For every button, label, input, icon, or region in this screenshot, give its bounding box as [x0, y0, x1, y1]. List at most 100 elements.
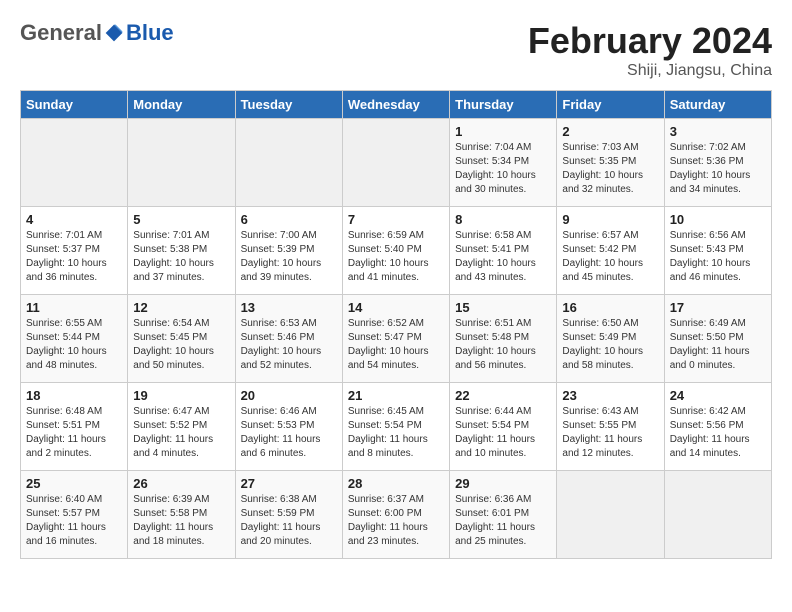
- calendar-cell: [21, 119, 128, 207]
- calendar-cell: 6 Sunrise: 7:00 AMSunset: 5:39 PMDaylight…: [235, 207, 342, 295]
- column-header-tuesday: Tuesday: [235, 91, 342, 119]
- page-subtitle: Shiji, Jiangsu, China: [528, 62, 772, 80]
- day-number: 23: [562, 388, 658, 403]
- day-info: Sunrise: 7:03 AMSunset: 5:35 PMDaylight:…: [562, 141, 658, 197]
- day-info: Sunrise: 6:43 AMSunset: 5:55 PMDaylight:…: [562, 405, 658, 461]
- calendar-cell: [128, 119, 235, 207]
- calendar-week-3: 11Sunrise: 6:55 AMSunset: 5:44 PMDayligh…: [21, 295, 772, 383]
- day-info: Sunrise: 6:51 AMSunset: 5:48 PMDaylight:…: [455, 317, 551, 373]
- day-number: 16: [562, 300, 658, 315]
- day-number: 2: [562, 124, 658, 139]
- calendar-cell: 12 Sunrise: 6:54 AMSunset: 5:45 PMDayligh…: [128, 295, 235, 383]
- calendar-cell: 9 Sunrise: 6:57 AMSunset: 5:42 PMDaylight…: [557, 207, 664, 295]
- day-number: 8: [455, 212, 551, 227]
- day-info: Sunrise: 6:52 AMSunset: 5:47 PMDaylight:…: [348, 317, 444, 373]
- logo-general-text: General: [20, 20, 102, 46]
- calendar-cell: 18 Sunrise: 6:48 AMSunset: 5:51 PMDayligh…: [21, 383, 128, 471]
- calendar-cell: 13 Sunrise: 6:53 AMSunset: 5:46 PMDayligh…: [235, 295, 342, 383]
- calendar-cell: 24Sunrise: 6:42 AMSunset: 5:56 PMDayligh…: [664, 383, 771, 471]
- calendar-cell: 29 Sunrise: 6:36 AMSunset: 6:01 PMDayligh…: [450, 471, 557, 559]
- day-info: Sunrise: 6:57 AMSunset: 5:42 PMDaylight:…: [562, 229, 658, 285]
- day-info: Sunrise: 7:01 AMSunset: 5:37 PMDaylight:…: [26, 229, 122, 285]
- calendar-cell: 21 Sunrise: 6:45 AMSunset: 5:54 PMDayligh…: [342, 383, 449, 471]
- calendar-week-1: 1Sunrise: 7:04 AMSunset: 5:34 PMDaylight…: [21, 119, 772, 207]
- day-info: Sunrise: 6:36 AMSunset: 6:01 PMDaylight:…: [455, 493, 551, 549]
- calendar-cell: [664, 471, 771, 559]
- calendar-week-2: 4 Sunrise: 7:01 AMSunset: 5:37 PMDaylight…: [21, 207, 772, 295]
- calendar-cell: 3Sunrise: 7:02 AMSunset: 5:36 PMDaylight…: [664, 119, 771, 207]
- day-info: Sunrise: 6:45 AMSunset: 5:54 PMDaylight:…: [348, 405, 444, 461]
- calendar-cell: 22 Sunrise: 6:44 AMSunset: 5:54 PMDayligh…: [450, 383, 557, 471]
- day-info: Sunrise: 6:42 AMSunset: 5:56 PMDaylight:…: [670, 405, 766, 461]
- calendar-cell: 15 Sunrise: 6:51 AMSunset: 5:48 PMDayligh…: [450, 295, 557, 383]
- calendar-cell: 2 Sunrise: 7:03 AMSunset: 5:35 PMDaylight…: [557, 119, 664, 207]
- day-number: 5: [133, 212, 229, 227]
- day-number: 11: [26, 300, 122, 315]
- calendar-body: 1Sunrise: 7:04 AMSunset: 5:34 PMDaylight…: [21, 119, 772, 559]
- calendar-cell: 27Sunrise: 6:38 AMSunset: 5:59 PMDayligh…: [235, 471, 342, 559]
- page-header: General Blue February 2024 Shiji, Jiangs…: [20, 20, 772, 80]
- day-number: 1: [455, 124, 551, 139]
- day-number: 15: [455, 300, 551, 315]
- day-number: 3: [670, 124, 766, 139]
- day-number: 21: [348, 388, 444, 403]
- day-info: Sunrise: 6:56 AMSunset: 5:43 PMDaylight:…: [670, 229, 766, 285]
- calendar-cell: [342, 119, 449, 207]
- day-number: 17: [670, 300, 766, 315]
- calendar-cell: 25Sunrise: 6:40 AMSunset: 5:57 PMDayligh…: [21, 471, 128, 559]
- calendar-cell: 4 Sunrise: 7:01 AMSunset: 5:37 PMDaylight…: [21, 207, 128, 295]
- day-number: 28: [348, 476, 444, 491]
- calendar-table: SundayMondayTuesdayWednesdayThursdayFrid…: [20, 90, 772, 559]
- day-number: 12: [133, 300, 229, 315]
- column-header-wednesday: Wednesday: [342, 91, 449, 119]
- calendar-cell: 23 Sunrise: 6:43 AMSunset: 5:55 PMDayligh…: [557, 383, 664, 471]
- calendar-cell: [235, 119, 342, 207]
- day-info: Sunrise: 7:00 AMSunset: 5:39 PMDaylight:…: [241, 229, 337, 285]
- day-number: 29: [455, 476, 551, 491]
- calendar-cell: 1Sunrise: 7:04 AMSunset: 5:34 PMDaylight…: [450, 119, 557, 207]
- column-header-friday: Friday: [557, 91, 664, 119]
- calendar-cell: 8 Sunrise: 6:58 AMSunset: 5:41 PMDaylight…: [450, 207, 557, 295]
- day-info: Sunrise: 6:47 AMSunset: 5:52 PMDaylight:…: [133, 405, 229, 461]
- calendar-week-4: 18 Sunrise: 6:48 AMSunset: 5:51 PMDayligh…: [21, 383, 772, 471]
- day-number: 13: [241, 300, 337, 315]
- calendar-cell: 10 Sunrise: 6:56 AMSunset: 5:43 PMDayligh…: [664, 207, 771, 295]
- day-info: Sunrise: 6:54 AMSunset: 5:45 PMDaylight:…: [133, 317, 229, 373]
- day-number: 7: [348, 212, 444, 227]
- calendar-cell: [557, 471, 664, 559]
- column-header-sunday: Sunday: [21, 91, 128, 119]
- day-info: Sunrise: 6:49 AMSunset: 5:50 PMDaylight:…: [670, 317, 766, 373]
- day-number: 10: [670, 212, 766, 227]
- day-number: 26: [133, 476, 229, 491]
- calendar-cell: 20Sunrise: 6:46 AMSunset: 5:53 PMDayligh…: [235, 383, 342, 471]
- column-header-monday: Monday: [128, 91, 235, 119]
- calendar-cell: 16 Sunrise: 6:50 AMSunset: 5:49 PMDayligh…: [557, 295, 664, 383]
- day-number: 19: [133, 388, 229, 403]
- day-number: 4: [26, 212, 122, 227]
- day-info: Sunrise: 6:53 AMSunset: 5:46 PMDaylight:…: [241, 317, 337, 373]
- day-number: 18: [26, 388, 122, 403]
- calendar-cell: 7Sunrise: 6:59 AMSunset: 5:40 PMDaylight…: [342, 207, 449, 295]
- day-number: 22: [455, 388, 551, 403]
- day-info: Sunrise: 6:50 AMSunset: 5:49 PMDaylight:…: [562, 317, 658, 373]
- calendar-header: SundayMondayTuesdayWednesdayThursdayFrid…: [21, 91, 772, 119]
- day-info: Sunrise: 6:38 AMSunset: 5:59 PMDaylight:…: [241, 493, 337, 549]
- page-title: February 2024: [528, 20, 772, 62]
- title-block: February 2024 Shiji, Jiangsu, China: [528, 20, 772, 80]
- logo-icon: [104, 23, 124, 43]
- day-info: Sunrise: 6:40 AMSunset: 5:57 PMDaylight:…: [26, 493, 122, 549]
- calendar-cell: 19 Sunrise: 6:47 AMSunset: 5:52 PMDayligh…: [128, 383, 235, 471]
- logo-blue-text: Blue: [126, 20, 174, 46]
- day-info: Sunrise: 6:58 AMSunset: 5:41 PMDaylight:…: [455, 229, 551, 285]
- day-info: Sunrise: 6:46 AMSunset: 5:53 PMDaylight:…: [241, 405, 337, 461]
- calendar-week-5: 25Sunrise: 6:40 AMSunset: 5:57 PMDayligh…: [21, 471, 772, 559]
- day-number: 6: [241, 212, 337, 227]
- calendar-cell: 17 Sunrise: 6:49 AMSunset: 5:50 PMDayligh…: [664, 295, 771, 383]
- day-info: Sunrise: 6:37 AMSunset: 6:00 PMDaylight:…: [348, 493, 444, 549]
- day-info: Sunrise: 6:39 AMSunset: 5:58 PMDaylight:…: [133, 493, 229, 549]
- day-number: 9: [562, 212, 658, 227]
- column-header-saturday: Saturday: [664, 91, 771, 119]
- day-info: Sunrise: 6:44 AMSunset: 5:54 PMDaylight:…: [455, 405, 551, 461]
- day-number: 14: [348, 300, 444, 315]
- day-info: Sunrise: 6:48 AMSunset: 5:51 PMDaylight:…: [26, 405, 122, 461]
